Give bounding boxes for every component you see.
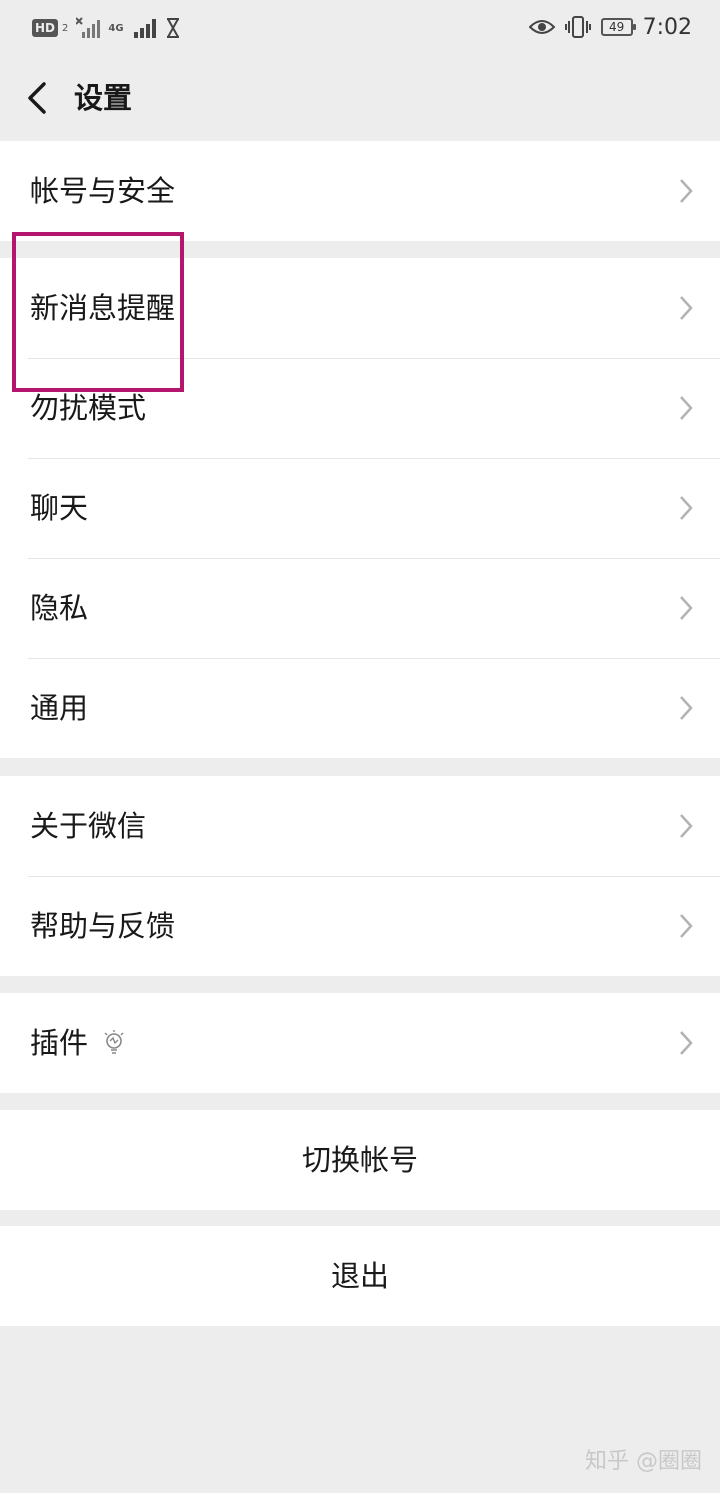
settings-item-privacy[interactable]: 隐私 bbox=[0, 558, 720, 658]
settings-item-about-wechat[interactable]: 关于微信 bbox=[0, 776, 720, 876]
settings-item-chats[interactable]: 聊天 bbox=[0, 458, 720, 558]
settings-item-account-security[interactable]: 帐号与安全 bbox=[0, 141, 720, 241]
sim-index: 2 bbox=[62, 22, 69, 34]
status-time: 7:02 bbox=[642, 14, 692, 40]
chevron-right-icon bbox=[680, 814, 693, 838]
chevron-right-icon bbox=[680, 596, 693, 620]
chevron-right-icon bbox=[680, 496, 693, 520]
settings-group-plugins: 插件 bbox=[0, 993, 720, 1093]
page-title: 设置 bbox=[74, 81, 133, 115]
hourglass-icon bbox=[166, 18, 179, 38]
settings-item-general[interactable]: 通用 bbox=[0, 658, 720, 758]
settings-item-do-not-disturb[interactable]: 勿扰模式 bbox=[0, 358, 720, 458]
nav-bar: 设置 bbox=[0, 56, 720, 140]
chevron-right-icon bbox=[680, 179, 693, 203]
settings-group-about: 关于微信 帮助与反馈 bbox=[0, 776, 720, 976]
item-label: 通用 bbox=[30, 691, 89, 725]
settings-group-account: 帐号与安全 bbox=[0, 141, 720, 241]
status-bar: HD 2 4G 49 7:02 bbox=[0, 0, 720, 56]
status-right: 49 7:02 bbox=[528, 12, 692, 42]
chevron-right-icon bbox=[680, 1031, 693, 1055]
switch-account-button[interactable]: 切换帐号 bbox=[0, 1110, 720, 1210]
logout-group: 退出 bbox=[0, 1226, 720, 1326]
item-label: 帐号与安全 bbox=[30, 174, 176, 208]
battery-indicator: 49 bbox=[600, 18, 636, 36]
switch-account-group: 切换帐号 bbox=[0, 1110, 720, 1210]
switch-account-label: 切换帐号 bbox=[301, 1143, 418, 1177]
vibrate-icon bbox=[564, 16, 591, 38]
back-arrow-icon[interactable] bbox=[22, 78, 52, 118]
chevron-right-icon bbox=[680, 696, 693, 720]
item-label: 隐私 bbox=[30, 591, 89, 625]
chevron-right-icon bbox=[680, 914, 693, 938]
settings-item-plugins[interactable]: 插件 bbox=[0, 993, 720, 1093]
item-label: 聊天 bbox=[30, 491, 89, 525]
settings-item-help-feedback[interactable]: 帮助与反馈 bbox=[0, 876, 720, 976]
logout-label: 退出 bbox=[330, 1259, 389, 1293]
eye-comfort-icon bbox=[528, 20, 555, 34]
lightbulb-icon bbox=[104, 1030, 124, 1054]
watermark: 知乎 @圈圈 bbox=[585, 1449, 702, 1474]
chevron-right-icon bbox=[680, 396, 693, 420]
logout-button[interactable]: 退出 bbox=[0, 1226, 720, 1326]
item-label: 插件 bbox=[30, 1026, 89, 1060]
settings-item-new-message-alerts[interactable]: 新消息提醒 bbox=[0, 258, 720, 358]
settings-group-main: 新消息提醒 勿扰模式 聊天 隐私 通用 bbox=[0, 258, 720, 758]
chevron-right-icon bbox=[680, 296, 693, 320]
no-signal-icon bbox=[76, 17, 101, 38]
status-left: HD 2 4G bbox=[32, 14, 180, 42]
network-type: 4G bbox=[108, 22, 124, 34]
item-label: 勿扰模式 bbox=[30, 391, 147, 425]
signal-strength-icon bbox=[133, 19, 156, 38]
item-label: 关于微信 bbox=[30, 809, 147, 843]
item-label: 帮助与反馈 bbox=[30, 909, 176, 943]
hd-badge: HD bbox=[32, 19, 59, 37]
item-label: 新消息提醒 bbox=[30, 291, 176, 325]
